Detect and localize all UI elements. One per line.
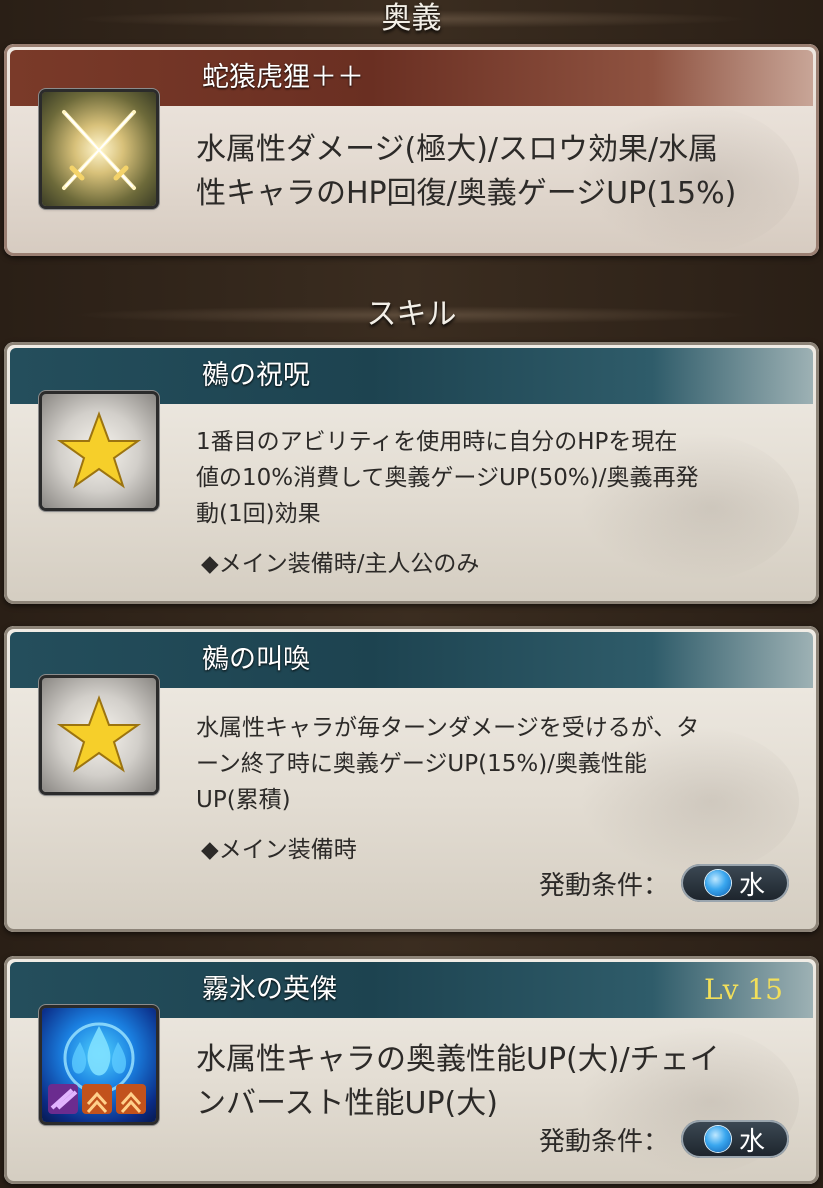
condition-label: 発動条件： <box>538 870 669 901</box>
activation-condition: 発動条件： 水 <box>539 1120 789 1158</box>
ougi-description-line: 性キャラのHP回復/奥義ゲージUP(15%) <box>196 176 737 211</box>
ougi-card[interactable]: 蛇猿虎狸＋＋ 水属性ダメージ(極大)/スロウ効果/水属 性キャラのHP回復/奥義… <box>4 44 819 256</box>
skill-section-header: スキル <box>0 292 823 338</box>
star-icon <box>42 394 156 508</box>
ougi-name: 蛇猿虎狸＋＋ <box>202 62 364 93</box>
skill-description-line: UP(累積) <box>196 787 291 813</box>
skill-description-line: 水属性キャラが毎ターンダメージを受けるが、タ <box>196 715 700 741</box>
crossed-swords-icon <box>42 92 156 206</box>
skill-name: 鵺の祝呪 <box>202 360 310 391</box>
skill-level: Lv 15 <box>704 973 783 1006</box>
skill-description-line: 1番目のアビリティを使用時に自分のHPを現在 <box>196 429 678 455</box>
skill-description-line: 動(1回)効果 <box>196 501 321 527</box>
skill-description: 1番目のアビリティを使用時に自分のHPを現在 値の10%消費して奥義ゲージUP(… <box>196 424 789 532</box>
condition-label: 発動条件： <box>538 1126 669 1157</box>
ougi-description: 水属性ダメージ(極大)/スロウ効果/水属 性キャラのHP回復/奥義ゲージUP(1… <box>196 128 789 216</box>
skill-note: ◆メイン装備時 <box>201 837 357 863</box>
skill-description-line: 値の10%消費して奥義ゲージUP(50%)/奥義再発 <box>196 465 699 491</box>
skill-description: 水属性キャラの奥義性能UP(大)/チェイ ンバースト性能UP(大) <box>196 1038 789 1126</box>
star-icon <box>42 678 156 792</box>
skill-description-line: ーン終了時に奥義ゲージUP(15%)/奥義性能 <box>196 751 647 777</box>
skill-description-line: 水属性キャラの奥義性能UP(大)/チェイ <box>196 1042 720 1077</box>
element-label: 水 <box>738 1126 765 1157</box>
skill-note: ◆メイン装備時/主人公のみ <box>201 551 480 577</box>
water-icon <box>704 870 731 896</box>
skill-card-1[interactable]: 鵺の祝呪 1番目のアビリティを使用時に自分のHPを現在 値の10%消費して奥義ゲ… <box>4 342 819 604</box>
ougi-description-line: 水属性ダメージ(極大)/スロウ効果/水属 <box>196 132 719 167</box>
element-badge: 水 <box>681 1120 789 1158</box>
ougi-section-header: 奥義 <box>0 0 823 38</box>
water-flame-icon <box>42 1008 156 1122</box>
element-badge: 水 <box>681 864 789 902</box>
skill-card-3[interactable]: 霧氷の英傑 Lv 15 水属性キャラの奥義性能UP(大)/チェイ ンバースト性能… <box>4 956 819 1184</box>
activation-condition: 発動条件： 水 <box>539 864 789 902</box>
skill-card-2[interactable]: 鵺の叫喚 水属性キャラが毎ターンダメージを受けるが、タ ーン終了時に奥義ゲージU… <box>4 626 819 932</box>
water-icon <box>704 1126 731 1152</box>
skill-name: 霧氷の英傑 <box>202 974 337 1005</box>
element-label: 水 <box>738 870 765 901</box>
skill-name: 鵺の叫喚 <box>202 644 310 675</box>
skill-description: 水属性キャラが毎ターンダメージを受けるが、タ ーン終了時に奥義ゲージUP(15%… <box>196 710 789 818</box>
